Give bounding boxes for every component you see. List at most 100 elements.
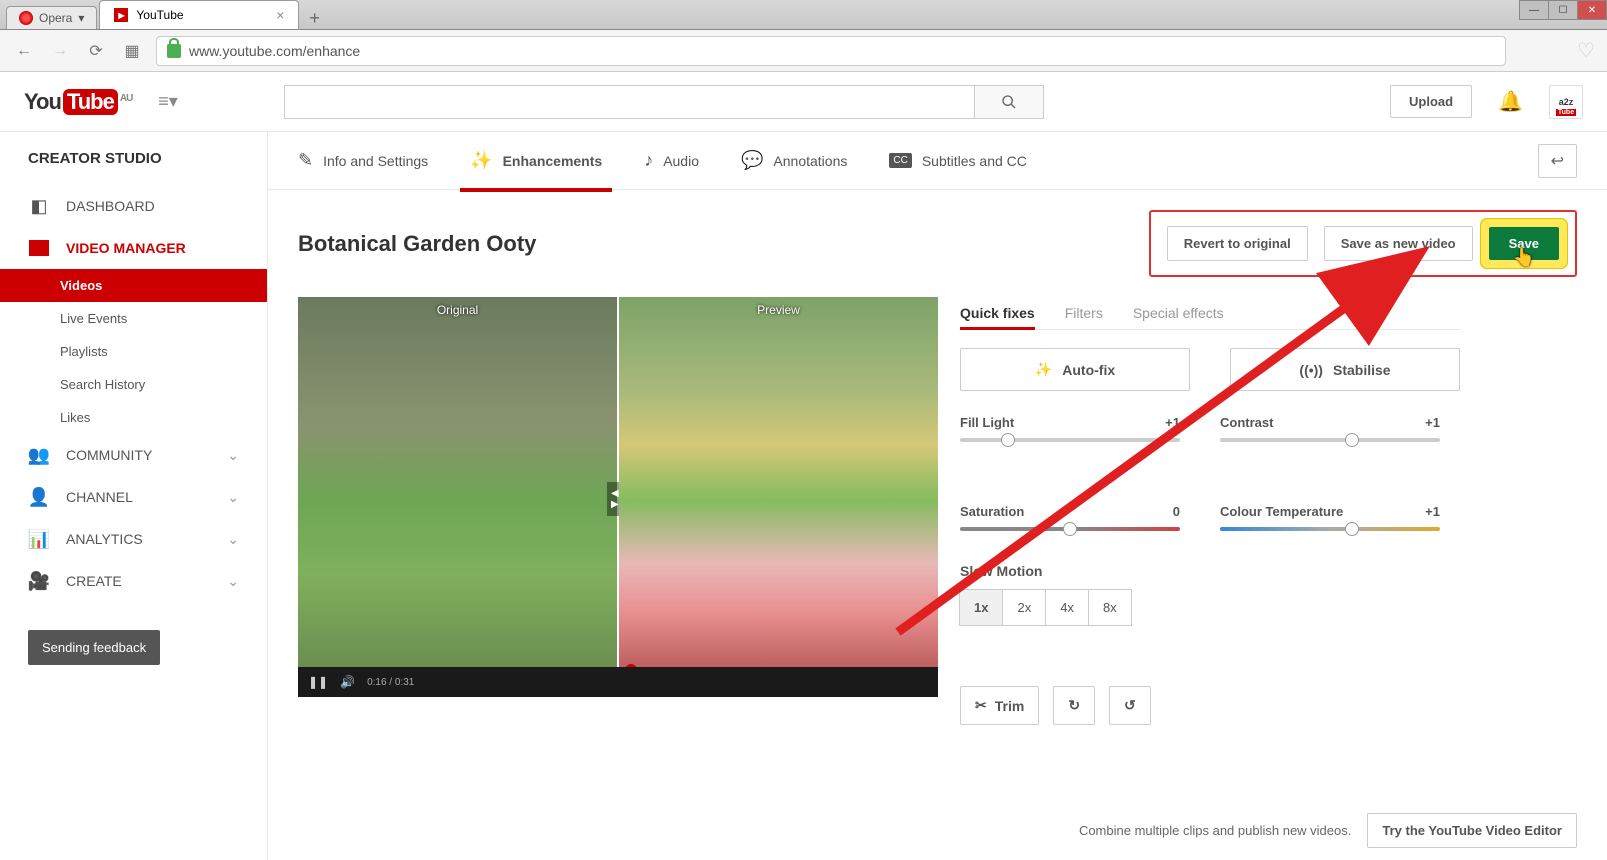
sub-item-live-events[interactable]: Live Events [0, 302, 267, 335]
editor-body: Original ◀ ▶ Preview ❚❚ 🔊 0:16 / 0:31 [268, 297, 1607, 745]
opera-menu-tab[interactable]: Opera ▾ [6, 6, 97, 29]
tab-info-settings[interactable]: ✎ Info and Settings [298, 132, 428, 189]
sidebar-item-community[interactable]: 👥 COMMUNITY ⌄ [0, 434, 267, 476]
main-layout: CREATOR STUDIO ◧ DASHBOARD VIDEO MANAGER… [0, 132, 1607, 860]
slider-fill-light: Fill Light +1 [960, 415, 1180, 442]
volume-icon[interactable]: 🔊 [340, 675, 355, 689]
lock-icon [167, 44, 181, 58]
video-title: Botanical Garden Ooty [298, 231, 536, 257]
subtab-quick-fixes[interactable]: Quick fixes [960, 297, 1035, 329]
slider-track[interactable] [960, 438, 1180, 442]
search-button[interactable] [974, 85, 1044, 119]
speed-8x[interactable]: 8x [1088, 589, 1132, 626]
window-controls: — ☐ ✕ [1520, 0, 1607, 20]
sidebar-item-analytics[interactable]: 📊 ANALYTICS ⌄ [0, 518, 267, 560]
sidebar-label: ANALYTICS [66, 531, 143, 547]
back-nav-icon[interactable]: ← [12, 39, 36, 63]
sub-item-videos[interactable]: Videos [0, 269, 267, 302]
cursor-pointer-icon: 👆 [1513, 247, 1535, 268]
stabilise-label: Stabilise [1333, 362, 1391, 378]
autofix-label: Auto-fix [1062, 362, 1115, 378]
account-avatar[interactable]: a2z Tube [1549, 85, 1583, 119]
save-as-new-button[interactable]: Save as new video [1324, 226, 1473, 261]
revert-button[interactable]: Revert to original [1167, 226, 1308, 261]
slider-label: Contrast [1220, 415, 1273, 430]
sub-item-playlists[interactable]: Playlists [0, 335, 267, 368]
browser-tab-youtube[interactable]: ▶ YouTube × [99, 0, 299, 29]
sidebar-item-video-manager[interactable]: VIDEO MANAGER [0, 227, 267, 269]
time-display: 0:16 / 0:31 [367, 677, 414, 688]
youtube-logo[interactable]: You Tube AU [24, 89, 132, 115]
speed-4x[interactable]: 4x [1045, 589, 1089, 626]
sidebar-label: VIDEO MANAGER [66, 240, 186, 256]
dropdown-icon: ▾ [78, 11, 84, 25]
speech-bubble-icon: 💬 [741, 150, 763, 171]
slider-track[interactable] [1220, 438, 1440, 442]
wand-icon: ✨ [470, 150, 492, 171]
search-form [284, 85, 1044, 119]
rotate-left-button[interactable]: ↺ [1109, 686, 1151, 725]
video-manager-icon [28, 237, 50, 259]
slider-track[interactable] [960, 527, 1180, 531]
video-player[interactable]: Original ◀ ▶ Preview ❚❚ 🔊 0:16 / 0:31 [298, 297, 938, 697]
tab-enhancements[interactable]: ✨ Enhancements [470, 132, 602, 189]
guide-menu-icon[interactable]: ≡▾ [152, 91, 184, 112]
avatar-text-bottom: Tube [1556, 109, 1576, 116]
player-original-pane: Original [298, 297, 617, 667]
slider-track[interactable] [1220, 527, 1440, 531]
try-editor-button[interactable]: Try the YouTube Video Editor [1367, 813, 1577, 848]
new-tab-button[interactable]: + [299, 8, 330, 29]
opera-logo-icon [19, 11, 33, 25]
tab-label: Info and Settings [323, 153, 428, 169]
close-tab-icon[interactable]: × [276, 7, 284, 23]
browser-titlebar: Opera ▾ ▶ YouTube × + — ☐ ✕ [0, 0, 1607, 30]
sub-item-search-history[interactable]: Search History [0, 368, 267, 401]
editor-tabs: ✎ Info and Settings ✨ Enhancements ♪ Aud… [268, 132, 1607, 190]
address-bar: ← → ⟳ ▦ www.youtube.com/enhance ♡ [0, 30, 1607, 72]
minimize-button[interactable]: — [1519, 0, 1549, 20]
speed-2x[interactable]: 2x [1002, 589, 1046, 626]
autofix-button[interactable]: ✨ Auto-fix [960, 348, 1190, 391]
rotate-right-button[interactable]: ↻ [1053, 686, 1095, 725]
bookmark-heart-icon[interactable]: ♡ [1577, 38, 1595, 63]
creator-sidebar: CREATOR STUDIO ◧ DASHBOARD VIDEO MANAGER… [0, 132, 268, 860]
chevron-down-icon: ⌄ [227, 447, 239, 464]
save-button[interactable]: Save 👆 [1489, 227, 1559, 260]
sidebar-label: CREATE [66, 573, 122, 589]
tab-audio[interactable]: ♪ Audio [644, 132, 699, 189]
notifications-icon[interactable]: 🔔 [1498, 89, 1523, 114]
sidebar-item-create[interactable]: 🎥 CREATE ⌄ [0, 560, 267, 602]
subtab-filters[interactable]: Filters [1065, 297, 1103, 329]
tab-annotations[interactable]: 💬 Annotations [741, 132, 847, 189]
close-window-button[interactable]: ✕ [1577, 0, 1607, 20]
return-button[interactable]: ↩ [1538, 144, 1577, 178]
url-field[interactable]: www.youtube.com/enhance [156, 36, 1506, 66]
slider-colour-temperature: Colour Temperature +1 [1220, 504, 1440, 531]
footer-promo: Combine multiple clips and publish new v… [1079, 813, 1577, 848]
forward-nav-icon[interactable]: → [48, 39, 72, 63]
upload-button[interactable]: Upload [1390, 85, 1472, 118]
speed-dial-icon[interactable]: ▦ [120, 39, 144, 63]
stabilise-button[interactable]: ((•)) Stabilise [1230, 348, 1460, 391]
tab-subtitles[interactable]: CC Subtitles and CC [889, 132, 1027, 189]
logo-region: AU [120, 93, 132, 104]
subtab-special-effects[interactable]: Special effects [1133, 297, 1224, 329]
maximize-button[interactable]: ☐ [1548, 0, 1578, 20]
sidebar-item-channel[interactable]: 👤 CHANNEL ⌄ [0, 476, 267, 518]
create-icon: 🎥 [28, 570, 50, 592]
sidebar-item-dashboard[interactable]: ◧ DASHBOARD [0, 185, 267, 227]
search-icon [1001, 94, 1017, 110]
player-controls: ❚❚ 🔊 0:16 / 0:31 [298, 667, 938, 697]
slow-motion-options: 1x 2x 4x 8x [960, 589, 1460, 626]
feedback-button[interactable]: Sending feedback [28, 630, 160, 665]
return-arrow-icon: ↩ [1551, 153, 1564, 170]
trim-button[interactable]: ✂ Trim [960, 686, 1039, 725]
sub-item-likes[interactable]: Likes [0, 401, 267, 434]
slider-value: +1 [1425, 415, 1440, 430]
reload-icon[interactable]: ⟳ [84, 39, 108, 63]
speed-1x[interactable]: 1x [959, 589, 1003, 626]
content-area: ✎ Info and Settings ✨ Enhancements ♪ Aud… [268, 132, 1607, 860]
pause-icon[interactable]: ❚❚ [308, 675, 328, 689]
search-input[interactable] [284, 85, 974, 119]
video-manager-submenu: Videos Live Events Playlists Search Hist… [0, 269, 267, 434]
